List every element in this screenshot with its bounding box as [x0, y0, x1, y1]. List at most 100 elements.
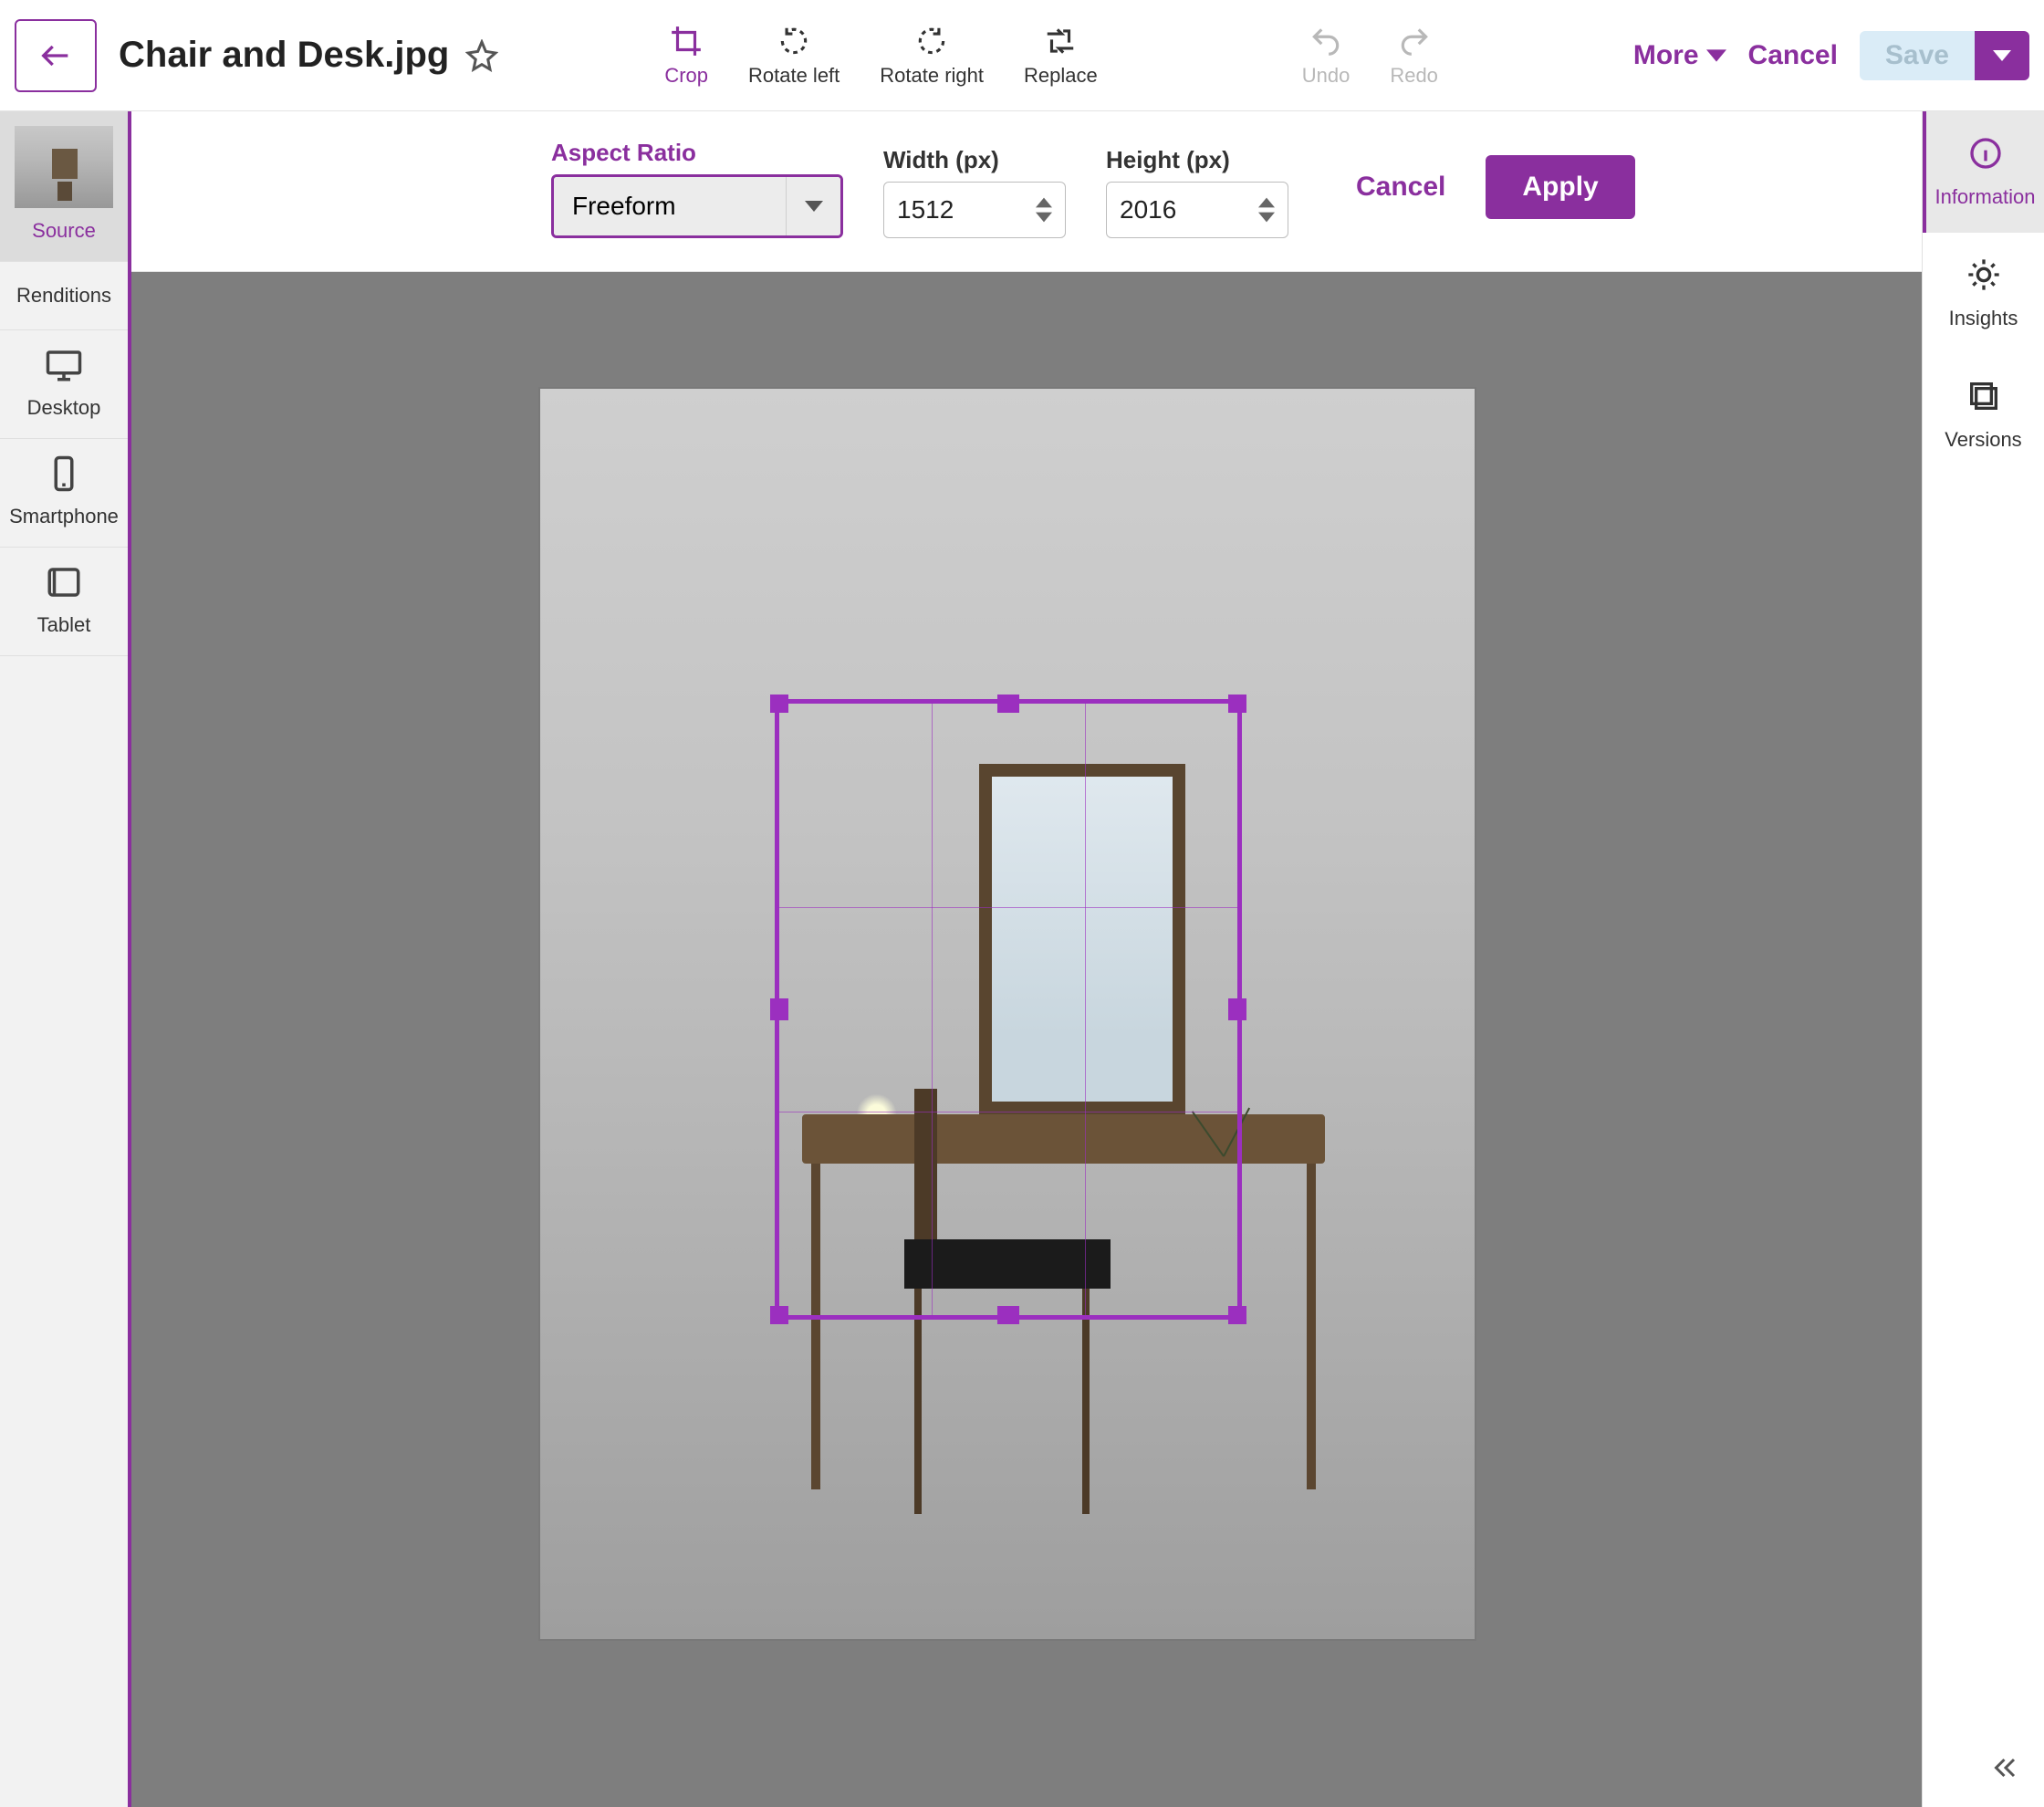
collapse-right-rail[interactable]: [1989, 1751, 2022, 1789]
aspect-ratio-value: Freeform: [554, 177, 786, 235]
width-input[interactable]: 1512: [883, 182, 1066, 238]
crop-tool[interactable]: Crop: [664, 24, 708, 88]
rotate-right-icon: [914, 24, 949, 58]
top-toolbar: Chair and Desk.jpg Crop Rotate left Rota…: [0, 0, 2044, 111]
rotate-left-label: Rotate left: [748, 64, 840, 88]
more-button[interactable]: More: [1633, 40, 1726, 71]
rail-item-smartphone[interactable]: Smartphone: [0, 439, 128, 548]
height-input[interactable]: 2016: [1106, 182, 1288, 238]
back-button[interactable]: [15, 19, 97, 92]
canvas[interactable]: [131, 272, 1922, 1807]
info-icon: [1967, 135, 2004, 172]
width-label: Width (px): [883, 146, 1066, 174]
rail-item-tablet[interactable]: Tablet: [0, 548, 128, 656]
rail-label-desktop: Desktop: [7, 396, 120, 420]
crop-tool-label: Crop: [664, 64, 708, 88]
undo-label: Undo: [1302, 64, 1350, 88]
top-right-actions: More Cancel Save: [1633, 31, 2029, 80]
cancel-button[interactable]: Cancel: [1748, 40, 1838, 71]
replace-tool[interactable]: Replace: [1024, 24, 1098, 88]
photo-chair: [1082, 1289, 1090, 1514]
rotate-left-icon: [777, 24, 811, 58]
caret-down-icon: [1036, 212, 1052, 223]
height-spinner[interactable]: [1258, 197, 1275, 223]
crop-icon: [669, 24, 704, 58]
crop-handle-tl[interactable]: [770, 695, 788, 713]
width-value: 1512: [897, 195, 1036, 225]
save-button: Save: [1860, 31, 1975, 80]
rail-label-versions: Versions: [1928, 428, 2039, 452]
rotate-right-label: Rotate right: [880, 64, 984, 88]
save-split-button: Save: [1860, 31, 2029, 80]
rail-item-information[interactable]: Information: [1923, 111, 2044, 233]
arrow-left-icon: [37, 37, 74, 74]
aspect-ratio-field: Aspect Ratio Freeform: [551, 139, 843, 238]
source-thumbnail: [15, 126, 113, 208]
smartphone-icon: [45, 454, 83, 493]
replace-label: Replace: [1024, 64, 1098, 88]
rail-item-renditions[interactable]: Renditions: [0, 262, 128, 330]
rotate-left-tool[interactable]: Rotate left: [748, 24, 840, 88]
grid-line: [932, 704, 933, 1315]
main-layout: Source Renditions Desktop Smartphone Tab…: [0, 111, 2044, 1807]
rotate-right-tool[interactable]: Rotate right: [880, 24, 984, 88]
crop-cancel-button[interactable]: Cancel: [1356, 172, 1445, 203]
photo-chair: [914, 1289, 922, 1514]
favorite-toggle[interactable]: [464, 37, 500, 74]
rail-item-versions[interactable]: Versions: [1923, 354, 2044, 475]
rail-item-insights[interactable]: Insights: [1923, 233, 2044, 354]
rail-label-information: Information: [1932, 185, 2039, 209]
grid-line: [1085, 704, 1086, 1315]
undo-tool: Undo: [1302, 24, 1350, 88]
caret-up-icon: [1036, 197, 1052, 208]
more-label: More: [1633, 40, 1699, 71]
aspect-ratio-caret: [786, 177, 840, 235]
caret-down-icon: [805, 197, 823, 215]
caret-down-icon: [1258, 212, 1275, 223]
caret-down-icon: [1993, 47, 2011, 65]
caret-up-icon: [1258, 197, 1275, 208]
editor-area: Aspect Ratio Freeform Width (px) 1512: [131, 111, 1922, 1807]
right-rail: Information Insights Versions: [1922, 111, 2044, 1807]
tablet-icon: [45, 563, 83, 601]
versions-icon: [1966, 378, 2002, 414]
crop-handle-right[interactable]: [1228, 998, 1246, 1020]
crop-handle-br[interactable]: [1228, 1306, 1246, 1324]
grid-line: [779, 907, 1237, 908]
left-rail: Source Renditions Desktop Smartphone Tab…: [0, 111, 131, 1807]
chevrons-left-icon: [1989, 1751, 2022, 1784]
aspect-ratio-label: Aspect Ratio: [551, 139, 843, 167]
height-field: Height (px) 2016: [1106, 146, 1288, 238]
tool-group: Crop Rotate left Rotate right Replace Un…: [664, 24, 1438, 88]
replace-icon: [1043, 24, 1078, 58]
rail-label-insights: Insights: [1928, 307, 2039, 330]
rail-label-renditions: Renditions: [7, 284, 120, 308]
crop-handle-top[interactable]: [997, 695, 1019, 713]
width-spinner[interactable]: [1036, 197, 1052, 223]
save-dropdown-button[interactable]: [1975, 31, 2029, 80]
height-label: Height (px): [1106, 146, 1288, 174]
desktop-icon: [45, 346, 83, 384]
crop-selection[interactable]: [775, 699, 1242, 1320]
crop-handle-bottom[interactable]: [997, 1306, 1019, 1324]
rail-label-source: Source: [7, 219, 120, 243]
insights-icon: [1966, 256, 2002, 293]
aspect-ratio-select[interactable]: Freeform: [551, 174, 843, 238]
crop-handle-tr[interactable]: [1228, 695, 1246, 713]
undo-icon: [1309, 24, 1343, 58]
rail-label-smartphone: Smartphone: [7, 505, 120, 528]
page-title: Chair and Desk.jpg: [119, 35, 449, 76]
rail-label-tablet: Tablet: [7, 613, 120, 637]
width-field: Width (px) 1512: [883, 146, 1066, 238]
caret-down-icon: [1706, 46, 1726, 66]
redo-icon: [1397, 24, 1432, 58]
apply-button[interactable]: Apply: [1486, 155, 1634, 219]
redo-tool: Redo: [1390, 24, 1438, 88]
height-value: 2016: [1120, 195, 1258, 225]
crop-handle-left[interactable]: [770, 998, 788, 1020]
redo-label: Redo: [1390, 64, 1438, 88]
crop-controls: Aspect Ratio Freeform Width (px) 1512: [131, 111, 1922, 272]
rail-item-desktop[interactable]: Desktop: [0, 330, 128, 439]
crop-handle-bl[interactable]: [770, 1306, 788, 1324]
rail-item-source[interactable]: Source: [0, 111, 128, 262]
